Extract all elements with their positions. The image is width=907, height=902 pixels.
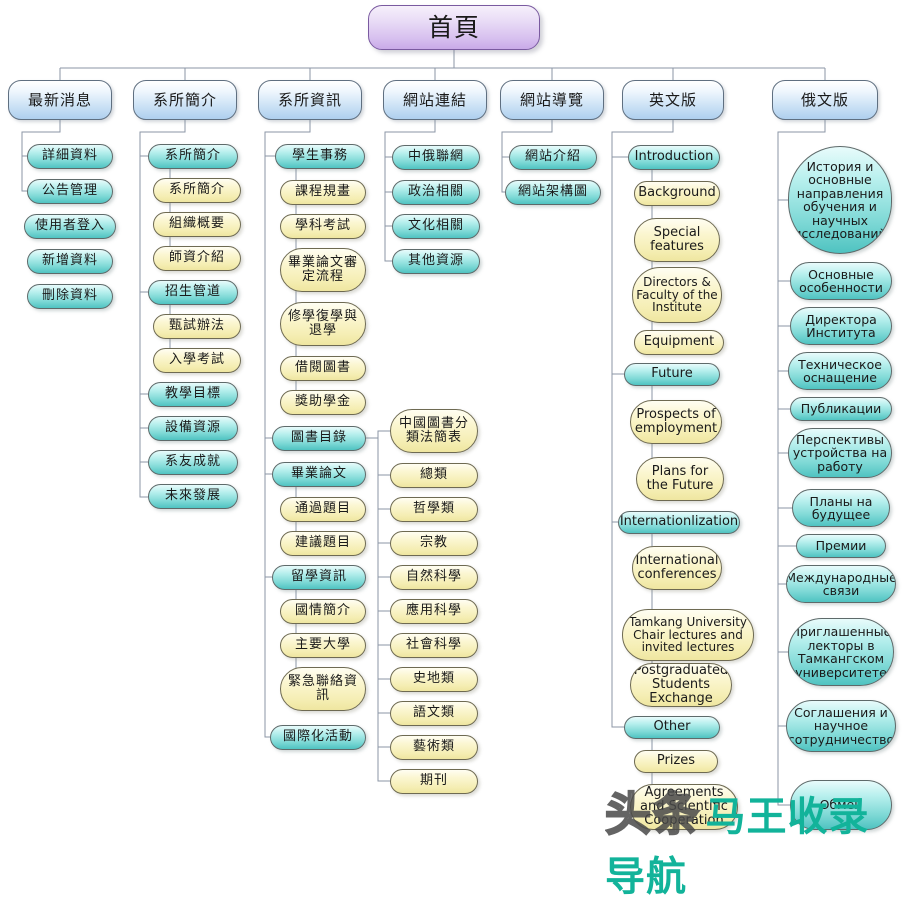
sitemap-diagram: 首頁 最新消息 詳細資料 公告管理 使用者登入 新增資料 刪除資料 系所簡介 系所簡介 系所簡介組…	[0, 0, 907, 900]
node-links-3[interactable]: 其他資源	[392, 249, 480, 274]
node-russian-10[interactable]: Соглашения и научное сотрудничество	[786, 700, 896, 752]
node-about-2[interactable]: 組織概要	[153, 212, 241, 237]
node-english-0[interactable]: Introduction	[628, 145, 720, 170]
node-info-11[interactable]: 留學資訊	[272, 565, 366, 590]
node-links-0[interactable]: 中俄聯網	[392, 145, 480, 170]
node-russian-11[interactable]: Обмен	[790, 780, 892, 830]
node-booklist-0[interactable]: 中國圖書分類法簡表	[390, 409, 478, 453]
node-booklist-2[interactable]: 哲學類	[390, 497, 478, 522]
node-english-8[interactable]: Internationlization	[618, 511, 740, 534]
node-about-4[interactable]: 招生管道	[148, 280, 238, 305]
node-sitemap-1[interactable]: 網站架構圖	[505, 180, 601, 205]
node-news-1[interactable]: 公告管理	[27, 179, 113, 204]
node-russian-9[interactable]: Приглашенные лекторы в Тамкангском униве…	[788, 618, 894, 686]
node-news-2[interactable]: 使用者登入	[24, 214, 116, 239]
node-info-14[interactable]: 緊急聯絡資訊	[280, 667, 366, 711]
node-about-8[interactable]: 設備資源	[148, 416, 238, 441]
node-english-4[interactable]: Equipment	[634, 330, 724, 355]
node-russian-6[interactable]: Планы на будущее	[792, 489, 890, 527]
node-head-russian[interactable]: 俄文版	[772, 80, 878, 120]
node-english-6[interactable]: Prospects of employment	[630, 400, 722, 444]
node-about-0[interactable]: 系所簡介	[148, 144, 238, 169]
node-info-4[interactable]: 修學復學與退學	[280, 302, 366, 346]
node-about-9[interactable]: 系友成就	[148, 450, 238, 475]
node-russian-2[interactable]: Директора Института	[790, 307, 892, 345]
node-english-5[interactable]: Future	[624, 363, 720, 386]
node-sitemap-0[interactable]: 網站介紹	[509, 145, 597, 170]
node-about-6[interactable]: 入學考試	[153, 348, 241, 373]
node-about-5[interactable]: 甄試辦法	[153, 314, 241, 339]
node-news-3[interactable]: 新增資料	[27, 249, 113, 274]
node-booklist-8[interactable]: 語文類	[390, 701, 478, 726]
node-english-13[interactable]: Prizes	[634, 750, 718, 773]
node-booklist-1[interactable]: 總類	[390, 463, 478, 488]
node-root-home[interactable]: 首頁	[368, 5, 540, 50]
node-russian-8[interactable]: Международные связи	[786, 565, 896, 603]
node-english-9[interactable]: International conferences	[632, 546, 722, 590]
node-info-2[interactable]: 學科考試	[280, 214, 366, 239]
node-head-news[interactable]: 最新消息	[8, 80, 112, 120]
node-about-3[interactable]: 師資介紹	[153, 246, 241, 271]
node-russian-1[interactable]: Основные особенности	[790, 262, 892, 300]
node-head-sitemap[interactable]: 網站導覽	[500, 80, 604, 120]
node-news-0[interactable]: 詳細資料	[27, 144, 113, 169]
node-about-7[interactable]: 教學目標	[148, 382, 238, 407]
node-info-3[interactable]: 畢業論文審定流程	[280, 248, 366, 292]
node-head-info[interactable]: 系所資訊	[258, 80, 362, 120]
node-russian-5[interactable]: Перспективы устройства на работу	[788, 428, 892, 478]
node-news-4[interactable]: 刪除資料	[27, 284, 113, 309]
node-info-6[interactable]: 獎助學金	[280, 390, 366, 415]
node-links-1[interactable]: 政治相關	[392, 180, 480, 205]
node-english-3[interactable]: Directors & Faculty of the Institute	[632, 267, 722, 323]
node-info-9[interactable]: 通過題目	[280, 497, 366, 522]
node-info-13[interactable]: 主要大學	[280, 633, 366, 658]
node-info-15[interactable]: 國際化活動	[270, 725, 366, 750]
node-booklist-6[interactable]: 社會科學	[390, 633, 478, 658]
node-booklist-3[interactable]: 宗教	[390, 531, 478, 556]
node-english-2[interactable]: Special features	[634, 218, 720, 262]
node-booklist-7[interactable]: 史地類	[390, 667, 478, 692]
node-head-english[interactable]: 英文版	[622, 80, 724, 120]
node-info-0[interactable]: 學生事務	[275, 144, 365, 169]
node-info-8[interactable]: 畢業論文	[272, 462, 366, 487]
node-english-11[interactable]: Postgraduated Students Exchange	[630, 663, 732, 707]
node-english-7[interactable]: Plans for the Future	[636, 457, 724, 501]
node-booklist-4[interactable]: 自然科學	[390, 565, 478, 590]
node-booklist-9[interactable]: 藝術類	[390, 735, 478, 760]
node-russian-7[interactable]: Премии	[796, 534, 886, 558]
node-english-12[interactable]: Other	[624, 716, 720, 739]
node-booklist-10[interactable]: 期刊	[390, 769, 478, 794]
node-head-about[interactable]: 系所簡介	[133, 80, 237, 120]
node-english-1[interactable]: Background	[634, 181, 720, 206]
node-info-12[interactable]: 國情簡介	[280, 599, 366, 624]
node-russian-0[interactable]: История и основные направления обучения …	[788, 146, 892, 254]
node-russian-4[interactable]: Публикации	[790, 397, 892, 421]
node-info-5[interactable]: 借閱圖書	[280, 356, 366, 381]
node-info-10[interactable]: 建議題目	[280, 531, 366, 556]
node-russian-3[interactable]: Техническое оснащение	[788, 352, 892, 390]
node-head-links[interactable]: 網站連結	[383, 80, 487, 120]
node-about-10[interactable]: 未來發展	[148, 484, 238, 509]
node-info-1[interactable]: 課程規畫	[280, 180, 366, 205]
node-english-14[interactable]: Agreements and Scientific Cooperation	[630, 784, 738, 830]
node-booklist-5[interactable]: 應用科學	[390, 599, 478, 624]
node-about-1[interactable]: 系所簡介	[153, 178, 241, 203]
node-english-10[interactable]: Tamkang University Chair lectures and in…	[622, 609, 754, 661]
node-info-7[interactable]: 圖書目錄	[272, 426, 366, 451]
node-links-2[interactable]: 文化相關	[392, 214, 480, 239]
